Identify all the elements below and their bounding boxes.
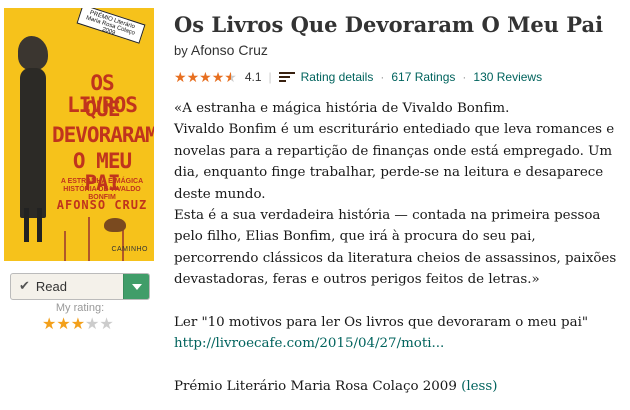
description-line: «A estranha e mágica história de Vivaldo… [174, 101, 510, 116]
separator: | [268, 70, 272, 84]
book-title: Os Livros Que Devoraram O Meu Pai [174, 12, 604, 37]
star-icon: ★ [211, 69, 225, 85]
reviews-count-link[interactable]: 130 Reviews [473, 70, 542, 84]
check-icon: ✔ [19, 279, 30, 294]
my-rating-star-icon[interactable]: ★ [99, 316, 113, 332]
my-rating-star-icon[interactable]: ★ [71, 316, 85, 332]
description-award-line: Prémio Literário Maria Rosa Colaço 2009 … [174, 376, 620, 397]
shelf-status-button[interactable]: ✔ Read [11, 274, 123, 299]
my-rating-stars[interactable]: ★ ★ ★ ★ ★ [42, 316, 114, 332]
author-line: by Afonso Cruz [174, 42, 268, 58]
rating-details-icon[interactable] [278, 72, 295, 82]
chevron-down-icon [131, 283, 142, 290]
my-rating-star-icon[interactable]: ★ [85, 316, 99, 332]
description-line: Vivaldo Bonfim é um escriturário entedia… [174, 122, 615, 138]
description-award-text: Prémio Literário Maria Rosa Colaço 2009 [174, 379, 457, 395]
cover-plant [122, 225, 132, 261]
by-label: by [174, 43, 188, 58]
cover-author: AFONSO CRUZ [56, 198, 148, 212]
cover-plant [88, 217, 98, 261]
book-description: «A estranha e mágica história de Vivaldo… [174, 98, 620, 398]
cover-moth [104, 218, 126, 232]
my-rating-label: My rating: [55, 302, 105, 314]
rating-row: ★ ★ ★ ★ ★ 4.1 | Rating details · 617 Ratings… [174, 67, 542, 87]
ratings-count-link[interactable]: 617 Ratings [391, 70, 455, 84]
description-line: pelo filho, Elias Bonfim, que irá à proc… [174, 229, 536, 245]
cover-title-line: QUE [84, 97, 121, 121]
average-rating-value: 4.1 [244, 70, 262, 84]
my-rating-star-icon[interactable]: ★ [56, 316, 70, 332]
description-line: deste mundo. [174, 186, 266, 202]
cover-figure-head [18, 36, 48, 70]
description-line: dia, enquanto finge trabalhar, perde-se … [174, 165, 604, 181]
shelf-button[interactable]: ✔ Read [10, 273, 150, 300]
separator-dot: · [380, 70, 385, 84]
star-icon: ★ [224, 69, 237, 85]
cover-figure-body [20, 68, 46, 218]
award-sticker: PRÉMIO Literário Maria Rosa Colaço 2009 [76, 8, 146, 44]
author-link[interactable]: Afonso Cruz [191, 42, 268, 58]
star-icon: ★ [174, 69, 187, 85]
my-rating-star-icon[interactable]: ★ [42, 316, 56, 332]
book-cover[interactable]: PRÉMIO Literário Maria Rosa Colaço 2009 … [4, 8, 154, 261]
cover-plant [64, 231, 74, 261]
description-url-link[interactable]: http://livroecafe.com/2015/04/27/moti... [174, 336, 444, 351]
cover-publisher: CAMINHO [111, 246, 148, 253]
less-link[interactable]: (less) [461, 379, 497, 394]
cover-title-line: DEVORARAM [52, 123, 154, 147]
average-rating-stars: ★ ★ ★ ★ ★ [174, 70, 237, 84]
star-icon: ★ [186, 69, 200, 85]
cover-figure-legs [24, 208, 42, 242]
rating-details-link[interactable]: Rating details [301, 70, 374, 84]
description-line: Esta é a sua verdadeira história — conta… [174, 208, 601, 224]
description-line: devastadoras, feras e outros perigos fei… [174, 272, 540, 288]
separator-dot: · [462, 70, 467, 84]
shelf-label: Read [35, 279, 67, 294]
star-icon: ★ [199, 69, 212, 85]
description-ler-line: Ler "10 motivos para ler Os livros que d… [174, 315, 589, 331]
description-line: percorrendo clássicos da literatura chei… [174, 250, 617, 266]
shelf-dropdown-button[interactable] [123, 274, 149, 299]
description-line: novelas para a repartição de finanças on… [174, 143, 613, 159]
